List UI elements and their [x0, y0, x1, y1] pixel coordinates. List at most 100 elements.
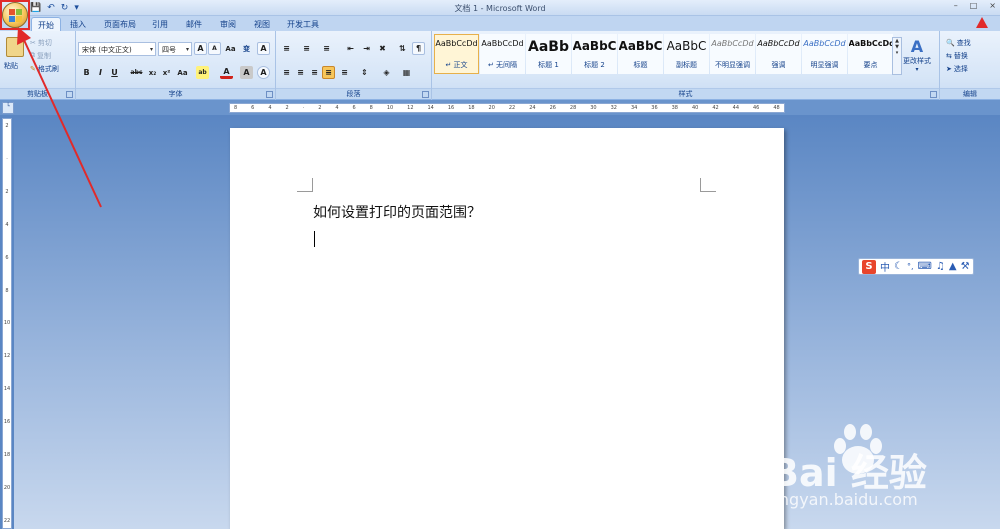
- styles-group-label: 样式: [432, 88, 939, 99]
- justify-icon[interactable]: ≡: [322, 66, 335, 79]
- wrench-icon[interactable]: ⚒: [961, 261, 970, 272]
- paste-icon[interactable]: [6, 37, 24, 57]
- ruler-tick: 22: [3, 517, 11, 524]
- borders-icon[interactable]: ▦: [400, 66, 413, 79]
- show-marks-icon[interactable]: ¶: [412, 42, 425, 55]
- font-name-dropdown[interactable]: 宋体 (中文正文) ▾: [78, 42, 156, 56]
- character-border-button[interactable]: A: [257, 42, 270, 55]
- horizontal-ruler[interactable]: 8 6 4 2 · 2 4 6 8 10 12 14 16 18 20 22 24 26 28 30 32 34 36 38 4…: [229, 103, 785, 113]
- increase-indent-icon[interactable]: ⇥: [360, 42, 373, 55]
- clipboard-launcher-icon[interactable]: [66, 91, 73, 98]
- font-group: 宋体 (中文正文) ▾ 四号 ▾ A A Aa 变 A B I U abc x₂…: [76, 31, 276, 100]
- align-right-icon[interactable]: ≡: [308, 66, 321, 79]
- distributed-icon[interactable]: ≡: [338, 66, 351, 79]
- style-item[interactable]: AaBbCcDd 明显强调: [802, 34, 847, 74]
- ime-toolbar[interactable]: S 中 ☾ °, ⌨ ♫ ▲ ⚒: [858, 258, 974, 275]
- select-button[interactable]: ➤ 选择: [946, 63, 968, 74]
- shirt-icon[interactable]: ▲: [949, 261, 957, 272]
- change-case-button[interactable]: Aa: [176, 66, 189, 79]
- chinese-layout-icon[interactable]: ✖: [376, 42, 389, 55]
- ruler-tick: 30: [590, 105, 597, 111]
- align-center-icon[interactable]: ≡: [294, 66, 307, 79]
- paste-button[interactable]: 粘贴: [4, 61, 18, 71]
- ruler-tick: 18: [3, 452, 11, 459]
- ime-mode[interactable]: 中: [880, 259, 890, 274]
- font-size-dropdown[interactable]: 四号 ▾: [158, 42, 192, 56]
- binoculars-icon: 🔍: [946, 38, 955, 47]
- superscript-button[interactable]: x²: [160, 66, 173, 79]
- ribbon: 粘贴 ✂ 剪切 ⧉ 复制 ✎ 格式刷 剪贴板 宋体 (中文正文) ▾ 四号 ▾ …: [0, 31, 1000, 100]
- tab-insert[interactable]: 插入: [64, 17, 92, 31]
- line-spacing-icon[interactable]: ⇕: [358, 66, 371, 79]
- format-painter-button[interactable]: ✎ 格式刷: [30, 63, 59, 74]
- document-text[interactable]: 如何设置打印的页面范围？: [313, 202, 481, 222]
- font-color-button[interactable]: A: [220, 66, 233, 79]
- style-item[interactable]: AaBbCcDd ↵ 正文: [434, 34, 479, 74]
- tab-developer[interactable]: 开发工具: [281, 17, 325, 31]
- style-item[interactable]: AaBbC 标题: [618, 34, 663, 74]
- highlight-button[interactable]: ab: [196, 66, 209, 79]
- style-item[interactable]: AaBbCcDd 强调: [756, 34, 801, 74]
- vertical-ruler[interactable]: 2 · 2 4 6 8 10 12 14 16 18 20 22: [2, 118, 12, 529]
- bold-button[interactable]: B: [80, 66, 93, 79]
- numbering-icon[interactable]: ≡: [300, 42, 313, 55]
- close-button[interactable]: ×: [989, 1, 996, 10]
- align-left-icon[interactable]: ≡: [280, 66, 293, 79]
- paragraph-launcher-icon[interactable]: [422, 91, 429, 98]
- shrink-font-button[interactable]: A: [208, 42, 221, 55]
- cut-button[interactable]: ✂ 剪切: [30, 37, 52, 48]
- punctuation-icon[interactable]: °,: [907, 262, 914, 271]
- style-item[interactable]: AaBbCcDd ↵ 无间隔: [480, 34, 525, 74]
- italic-button[interactable]: I: [94, 66, 107, 79]
- ruler-tick: 44: [732, 105, 740, 111]
- tab-selector-icon[interactable]: └: [2, 102, 14, 114]
- maximize-button[interactable]: □: [970, 1, 978, 10]
- sort-icon[interactable]: ⇅: [396, 42, 409, 55]
- multilevel-list-icon[interactable]: ≡: [320, 42, 333, 55]
- annotation-triangle-icon: [976, 17, 988, 28]
- bullets-icon[interactable]: ≡: [280, 42, 293, 55]
- title-bar: 💾 ↶ ↻ ▾ 文档 1 - Microsoft Word – □ ×: [0, 0, 1000, 16]
- keyboard-icon[interactable]: ⌨: [918, 261, 932, 272]
- clipboard-group: 粘贴 ✂ 剪切 ⧉ 复制 ✎ 格式刷 剪贴板: [0, 31, 76, 100]
- phonetic-guide-button[interactable]: 变: [240, 42, 253, 55]
- grow-font-button[interactable]: A: [194, 42, 207, 55]
- window-title: 文档 1 - Microsoft Word: [454, 4, 546, 13]
- subscript-button[interactable]: x₂: [146, 66, 159, 79]
- tab-mailings[interactable]: 邮件: [180, 17, 208, 31]
- styles-launcher-icon[interactable]: [930, 91, 937, 98]
- tab-view[interactable]: 视图: [248, 17, 276, 31]
- style-item[interactable]: AaBbCcDd 要点: [848, 34, 893, 74]
- document-page[interactable]: 如何设置打印的页面范围？: [230, 128, 784, 529]
- style-item[interactable]: AaBbC 副标题: [664, 34, 709, 74]
- tab-home[interactable]: 开始: [31, 17, 61, 31]
- style-item[interactable]: AaBbCcDd 不明显强调: [710, 34, 755, 74]
- editing-group: 🔍 查找 ⇆ 替换 ➤ 选择 编辑: [940, 31, 1000, 100]
- character-shading-button[interactable]: A: [240, 66, 253, 79]
- tab-review[interactable]: 审阅: [214, 17, 242, 31]
- replace-button[interactable]: ⇆ 替换: [946, 50, 968, 61]
- style-item[interactable]: AaBbC 标题 2: [572, 34, 617, 74]
- moon-icon[interactable]: ☾: [894, 261, 903, 272]
- change-styles-button[interactable]: A 更改样式 ▾: [902, 37, 932, 73]
- style-item[interactable]: AaBb 标题 1: [526, 34, 571, 74]
- style-gallery: AaBbCcDd ↵ 正文 AaBbCcDd ↵ 无间隔 AaBb 标题 1 A…: [434, 34, 904, 84]
- ruler-tick: 22: [508, 105, 516, 111]
- underline-button[interactable]: U: [108, 66, 121, 79]
- strikethrough-button[interactable]: abc: [130, 66, 143, 79]
- font-launcher-icon[interactable]: [266, 91, 273, 98]
- find-button[interactable]: 🔍 查找: [946, 37, 971, 48]
- enclose-characters-button[interactable]: A: [257, 66, 270, 79]
- tab-references[interactable]: 引用: [146, 17, 174, 31]
- replace-icon: ⇆: [946, 51, 952, 60]
- tab-page-layout[interactable]: 页面布局: [98, 17, 142, 31]
- office-button-highlight: [0, 0, 30, 30]
- microphone-icon[interactable]: ♫: [936, 261, 945, 272]
- ruler-tick: 6: [251, 105, 255, 111]
- style-gallery-scroll[interactable]: ▲ ▼ ▾: [892, 37, 902, 75]
- copy-button[interactable]: ⧉ 复制: [30, 50, 51, 61]
- decrease-indent-icon[interactable]: ⇤: [344, 42, 357, 55]
- minimize-button[interactable]: –: [954, 1, 958, 10]
- clear-format-button[interactable]: Aa: [224, 42, 237, 55]
- shading-icon[interactable]: ◈: [380, 66, 393, 79]
